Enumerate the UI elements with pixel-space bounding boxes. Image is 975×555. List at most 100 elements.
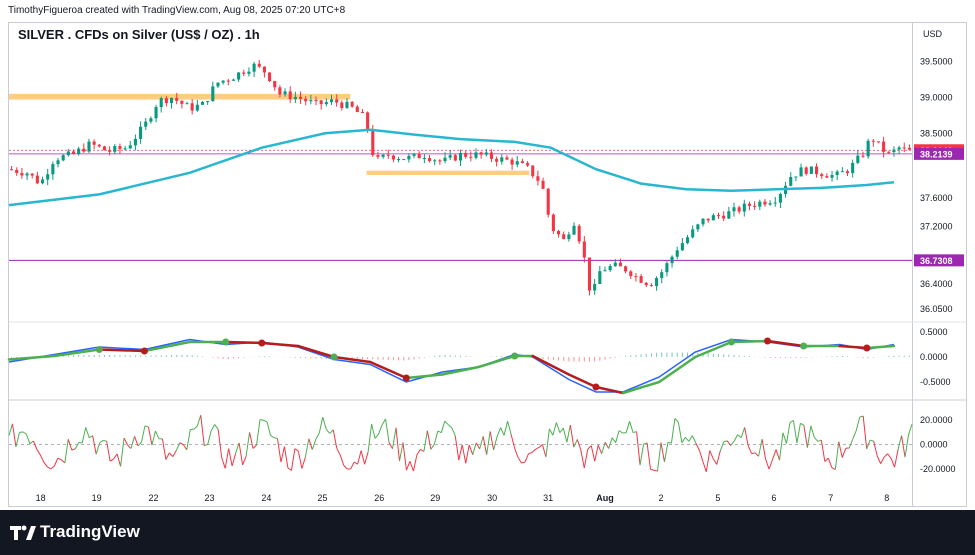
candle-body xyxy=(268,72,272,82)
oscillator-segment xyxy=(535,447,540,450)
oscillator-segment xyxy=(765,458,770,470)
candle-body xyxy=(546,188,550,215)
candle-body xyxy=(298,96,303,99)
oscillator-segment xyxy=(405,461,411,471)
candle-body xyxy=(691,229,695,238)
oscillator-segment xyxy=(200,415,205,446)
oscillator-segment xyxy=(639,444,645,466)
oscillator-segment xyxy=(43,462,48,468)
candle-body xyxy=(515,161,519,165)
macd-axis-tick: 0.5000 xyxy=(920,327,948,337)
price-label-text: 38.2139 xyxy=(920,149,953,159)
oscillator-segment xyxy=(698,449,704,462)
candle-body xyxy=(371,129,375,156)
oscillator-segment xyxy=(315,432,320,440)
oscillator-segment xyxy=(25,434,31,444)
oscillator-segment xyxy=(204,443,208,447)
oscillator-segment xyxy=(541,444,547,458)
oscillator-segment xyxy=(57,457,62,461)
oscillator-segment xyxy=(479,436,484,449)
macd-signal-segment xyxy=(621,380,661,395)
oscillator-segment xyxy=(779,432,784,461)
oscillator-segment xyxy=(113,453,118,460)
oscillator-segment xyxy=(894,449,899,468)
time-axis-tick: 29 xyxy=(430,493,440,503)
oscillator-segment xyxy=(388,442,393,450)
oscillator-segment xyxy=(360,450,366,465)
candle-body xyxy=(113,146,117,152)
oscillator-segment xyxy=(876,455,882,464)
candle-body xyxy=(660,272,664,279)
candle-body xyxy=(417,153,421,159)
macd-signal-segment xyxy=(98,348,146,353)
candle-body xyxy=(634,276,638,278)
oscillator-segment xyxy=(632,431,637,434)
candle-body xyxy=(484,152,488,155)
candle-body xyxy=(231,79,236,81)
oscillator-segment xyxy=(270,434,275,439)
candle-body xyxy=(345,101,349,108)
crossover-dot xyxy=(764,337,772,345)
brand-name: TradingView xyxy=(40,522,140,541)
candle-body xyxy=(706,218,710,221)
candle-body xyxy=(360,112,365,114)
oscillator-segment xyxy=(489,431,495,450)
time-axis-tick: 25 xyxy=(317,493,327,503)
oscillator-segment xyxy=(486,431,491,455)
oscillator-segment xyxy=(381,418,386,426)
oscillator-segment xyxy=(897,435,903,450)
macd-signal-segment xyxy=(296,344,336,359)
macd-signal-segment xyxy=(224,340,264,345)
oscillator-segment xyxy=(374,433,379,439)
oscillator-segment xyxy=(161,438,167,460)
candle-body xyxy=(262,66,266,73)
oscillator-segment xyxy=(901,435,906,458)
oscillator-segment xyxy=(625,421,631,433)
oscillator-segment xyxy=(420,448,425,452)
oscillator-segment xyxy=(461,444,467,464)
oscillator-segment xyxy=(528,452,533,455)
candle-body xyxy=(66,151,70,156)
oscillator-segment xyxy=(231,453,237,467)
oscillator-segment xyxy=(426,430,432,450)
oscillator-segment xyxy=(754,452,759,457)
oscillator-segment xyxy=(186,429,191,450)
macd-signal-segment xyxy=(865,344,896,350)
candle-body xyxy=(830,175,834,178)
candle-body xyxy=(206,101,210,103)
crossover-dot xyxy=(402,374,410,382)
oscillator-segment xyxy=(444,420,449,426)
candle-body xyxy=(443,157,447,162)
oscillator-segment xyxy=(814,437,819,442)
oscillator-segment xyxy=(646,442,652,470)
oscillator-segment xyxy=(719,441,725,452)
candle-body xyxy=(737,207,741,212)
oscillator-segment xyxy=(608,437,613,449)
candle-body xyxy=(20,172,24,176)
candle-body xyxy=(856,155,860,163)
oscillator-segment xyxy=(594,445,599,462)
candle-body xyxy=(195,104,199,111)
oscillator-segment xyxy=(423,430,428,452)
candle-body xyxy=(500,157,504,162)
oscillator-segment xyxy=(618,430,623,434)
candle-body xyxy=(46,174,50,180)
candle-body xyxy=(526,163,530,166)
price-axis-tick: 38.5000 xyxy=(920,128,953,138)
candle-body xyxy=(128,145,132,149)
candle-body xyxy=(582,241,586,258)
macd-signal-segment xyxy=(260,341,300,348)
candle-body xyxy=(340,102,344,108)
candle-body xyxy=(61,155,65,161)
oscillator-segment xyxy=(629,421,634,433)
candle-body xyxy=(572,225,576,235)
oscillator-segment xyxy=(123,437,128,446)
candle-body xyxy=(861,155,865,157)
candle-body xyxy=(598,271,602,284)
oscillator-segment xyxy=(301,457,306,469)
candle-body xyxy=(789,176,793,186)
candle-body xyxy=(804,167,808,174)
candle-body xyxy=(324,102,328,105)
candle-body xyxy=(329,99,334,103)
oscillator-segment xyxy=(660,442,665,462)
